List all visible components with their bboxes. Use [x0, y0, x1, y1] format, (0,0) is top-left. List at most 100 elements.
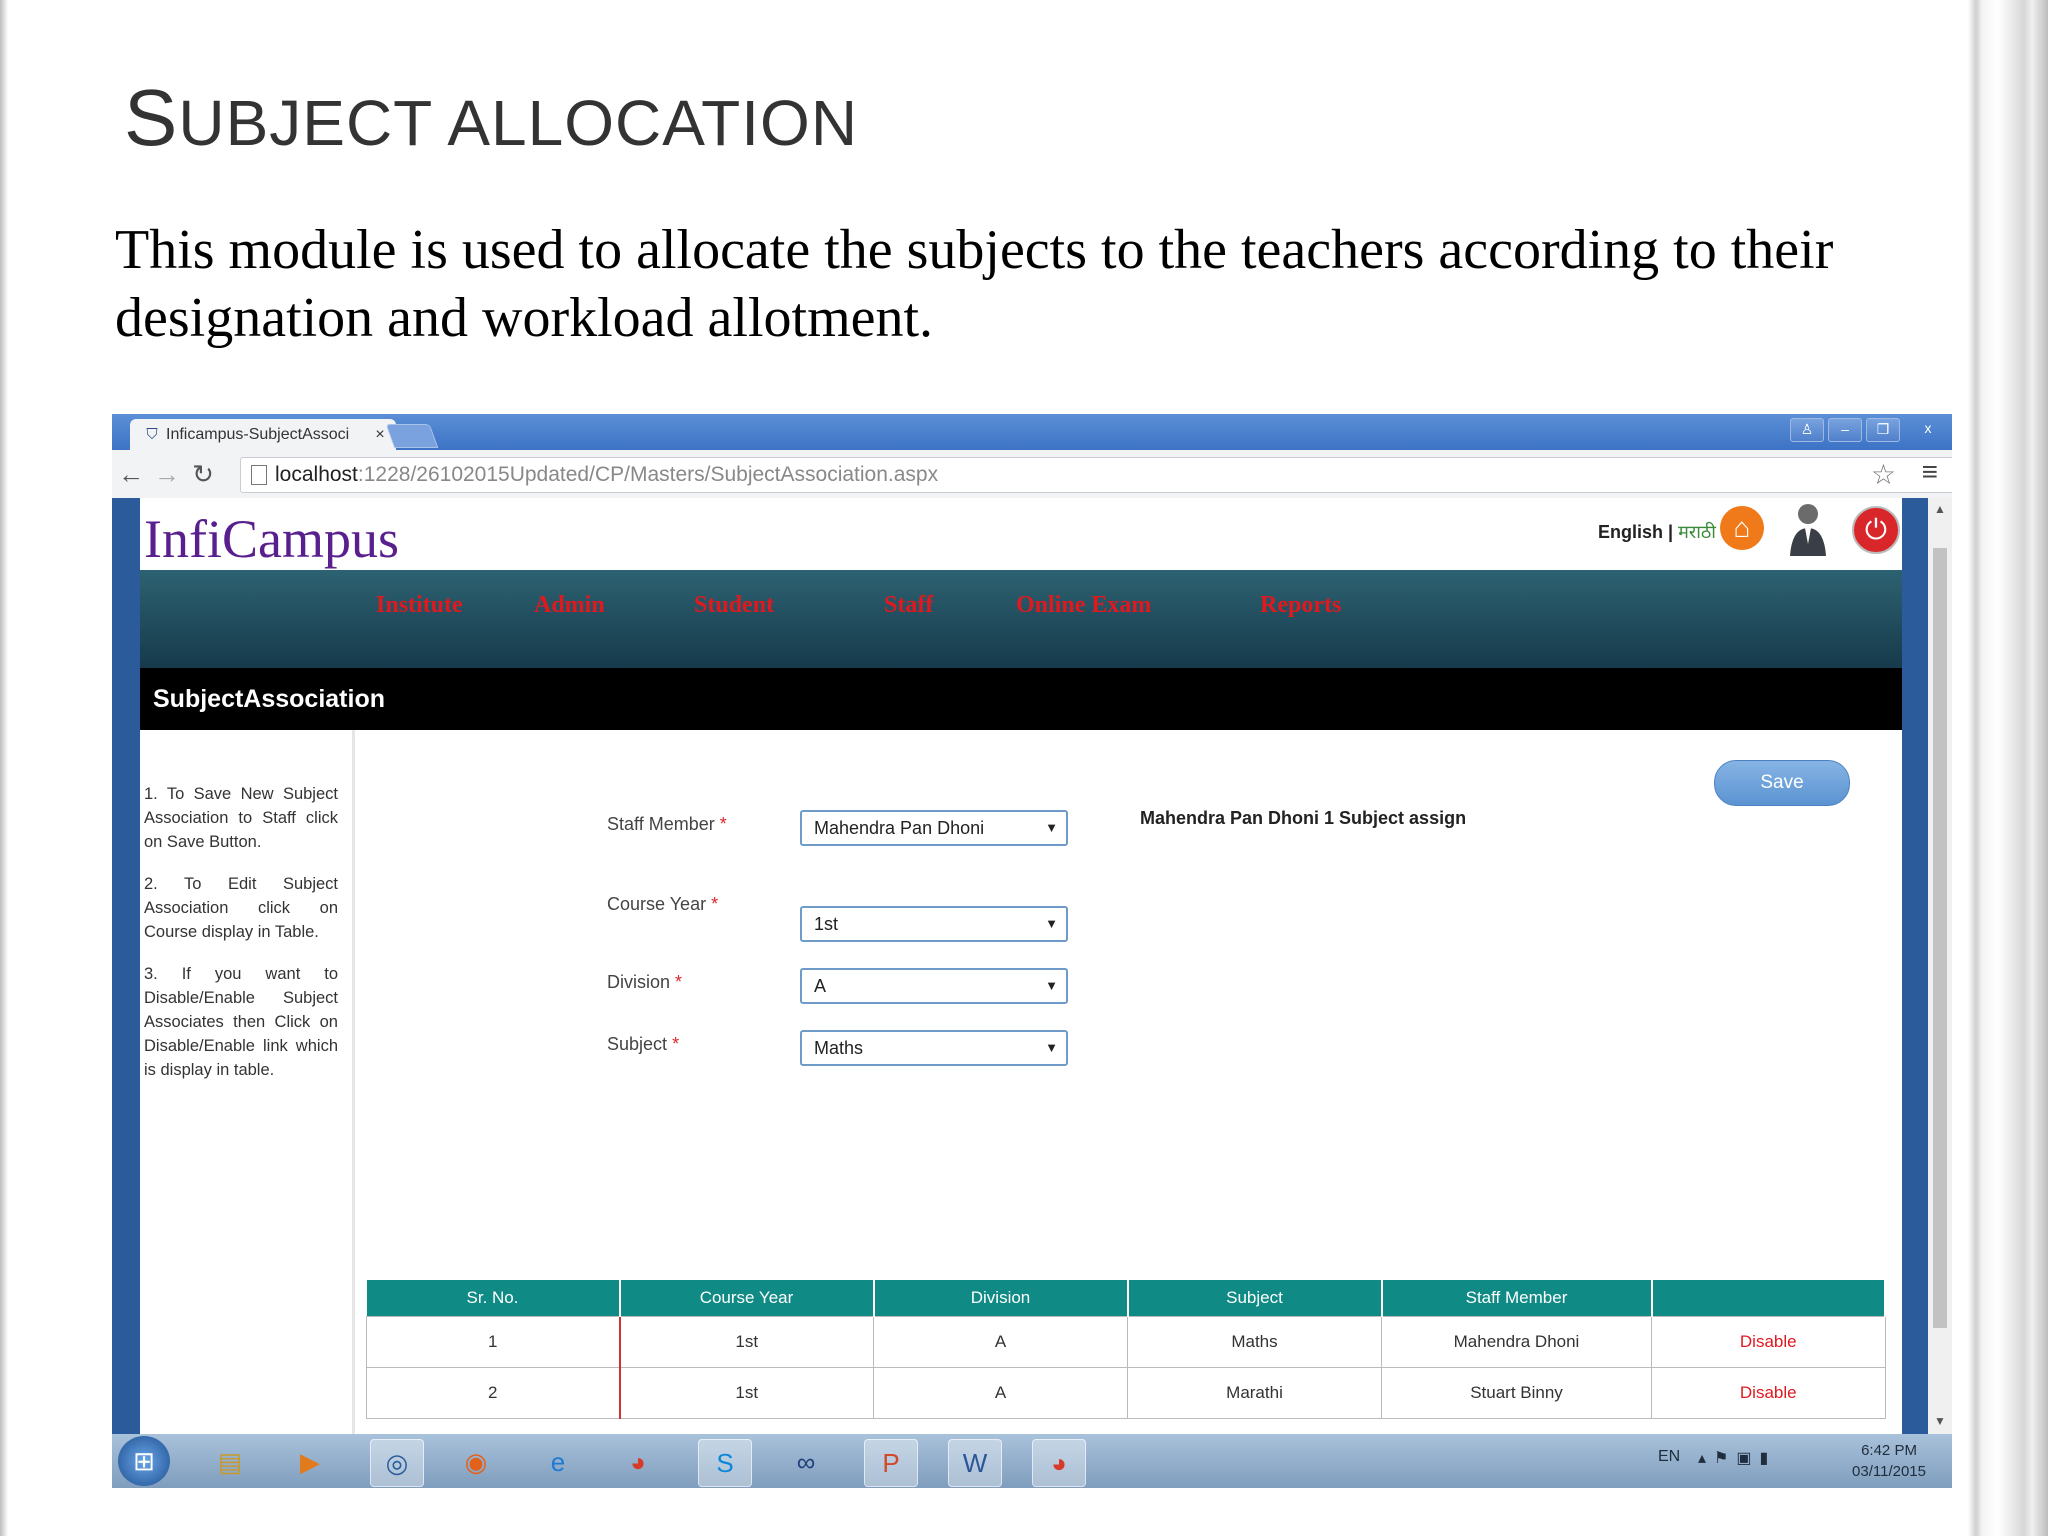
subject-value: Maths: [814, 1038, 864, 1058]
nav-online-exam[interactable]: Online Exam: [1016, 592, 1151, 619]
skype-icon[interactable]: S: [698, 1439, 752, 1487]
favicon-icon: ⛉: [146, 425, 158, 443]
lang-marathi-link[interactable]: मराठी: [1678, 522, 1716, 542]
col-division[interactable]: Division: [873, 1280, 1129, 1317]
internet-explorer-icon[interactable]: e: [532, 1439, 584, 1485]
minimize-icon[interactable]: –: [1828, 418, 1862, 442]
disable-link[interactable]: Disable: [1651, 1316, 1886, 1368]
cell-course-year[interactable]: 1st: [619, 1367, 874, 1419]
home-icon[interactable]: ⌂: [1720, 506, 1764, 550]
page-scrollbar[interactable]: ▲ ▼: [1928, 498, 1952, 1434]
col-staff-member[interactable]: Staff Member: [1381, 1280, 1653, 1317]
chrome-icon[interactable]: ◕: [612, 1439, 664, 1485]
media-player-icon[interactable]: ▶: [284, 1439, 336, 1485]
staff-member-select[interactable]: Mahendra Pan Dhoni ▼: [800, 810, 1068, 846]
browser-tab[interactable]: ⛉ Inficampus-SubjectAssoci ×: [130, 419, 396, 450]
assign-status: Mahendra Pan Dhoni 1 Subject assign: [1140, 808, 1467, 828]
dropdown-arrow-icon: ▼: [1045, 978, 1058, 993]
nav-staff[interactable]: Staff: [884, 592, 933, 619]
browser-viewport: InfiCampus English | मराठी ⌂ ⏻ Institute…: [112, 498, 1952, 1434]
save-button[interactable]: Save: [1714, 760, 1850, 806]
new-tab-button[interactable]: [385, 424, 439, 448]
subject-select[interactable]: Maths ▼: [800, 1030, 1068, 1066]
url-path: :1228/26102015Updated/CP/Masters/Subject…: [357, 463, 939, 486]
start-button-icon[interactable]: ⊞: [118, 1436, 170, 1486]
slide-title-initial: S: [124, 73, 179, 162]
clock-date: 03/11/2015: [1852, 1463, 1926, 1480]
menu-icon[interactable]: ≡: [1922, 456, 1938, 488]
main-nav: Institute Admin Student Staff Online Exa…: [140, 570, 1902, 668]
disable-link[interactable]: Disable: [1651, 1367, 1886, 1419]
cell-sr-no: 2: [366, 1367, 621, 1419]
cell-staff-member: Stuart Binny: [1381, 1367, 1652, 1419]
division-value: A: [814, 976, 827, 996]
lang-english-link[interactable]: English: [1598, 522, 1663, 542]
back-arrow-icon[interactable]: ←: [116, 458, 146, 490]
table-row[interactable]: 1 1st A Maths Mahendra Dhoni Disable: [366, 1316, 1886, 1368]
cell-division: A: [873, 1316, 1128, 1368]
page-icon: [251, 465, 267, 486]
cell-course-year[interactable]: 1st: [619, 1316, 874, 1368]
app-logo[interactable]: InfiCampus: [144, 508, 399, 570]
lang-separator: |: [1663, 522, 1679, 542]
user-avatar-icon[interactable]: [1788, 500, 1828, 556]
course-year-label: Course Year *: [607, 894, 719, 914]
nav-student[interactable]: Student: [694, 592, 774, 619]
col-course-year[interactable]: Course Year: [619, 1280, 875, 1317]
restore-icon[interactable]: ❐: [1866, 418, 1900, 442]
browser-screenshot: ⛉ Inficampus-SubjectAssoci × ♙ – ❐ x ← →…: [112, 414, 1952, 1488]
help-item: 3. If you want to Disable/Enable Subject…: [144, 965, 338, 1079]
table-header-row: Sr. No. Course Year Division Subject Sta…: [366, 1280, 1886, 1317]
scroll-up-icon[interactable]: ▲: [1934, 502, 1946, 516]
url-host: localhost: [275, 463, 358, 486]
file-explorer-icon[interactable]: ▤: [204, 1439, 256, 1485]
network-app-icon[interactable]: ◎: [370, 1439, 424, 1487]
division-label: Division *: [607, 972, 683, 992]
clock[interactable]: 6:42 PM 03/11/2015: [1852, 1440, 1926, 1482]
word-icon[interactable]: W: [948, 1439, 1002, 1487]
page-title: SubjectAssociation: [140, 668, 1902, 730]
user-profile-icon[interactable]: ♙: [1790, 418, 1824, 442]
address-bar: ← → ↻ localhost:1228/26102015Updated/CP/…: [112, 450, 1952, 499]
slide-title-rest: UBJECT ALLOCATION: [178, 87, 859, 159]
cell-subject: Marathi: [1127, 1367, 1382, 1419]
col-subject[interactable]: Subject: [1127, 1280, 1383, 1317]
nav-institute[interactable]: Institute: [376, 592, 463, 619]
dropdown-arrow-icon: ▼: [1045, 1040, 1058, 1055]
slide-title: SUBJECT ALLOCATION: [124, 72, 858, 164]
dropdown-arrow-icon: ▼: [1045, 916, 1058, 931]
course-year-value: 1st: [814, 914, 839, 934]
cell-staff-member: Mahendra Dhoni: [1381, 1316, 1652, 1368]
division-select[interactable]: A ▼: [800, 968, 1068, 1004]
staff-member-value: Mahendra Pan Dhoni: [814, 818, 985, 838]
language-switch: English | मराठी: [1598, 520, 1716, 544]
tab-title: Inficampus-SubjectAssoci: [166, 425, 350, 443]
col-sr-no[interactable]: Sr. No.: [366, 1280, 621, 1317]
powerpoint-icon[interactable]: P: [864, 1439, 918, 1487]
scroll-down-icon[interactable]: ▼: [1934, 1414, 1946, 1428]
staff-member-label: Staff Member *: [607, 814, 727, 834]
course-year-select[interactable]: 1st ▼: [800, 906, 1068, 942]
nav-admin[interactable]: Admin: [534, 592, 605, 619]
close-window-icon[interactable]: x: [1904, 418, 1952, 440]
scrollbar-thumb[interactable]: [1933, 548, 1947, 1328]
power-logout-icon[interactable]: ⏻: [1852, 506, 1900, 554]
infinity-app-icon[interactable]: ∞: [780, 1439, 832, 1485]
browser-tab-bar: ⛉ Inficampus-SubjectAssoci × ♙ – ❐ x: [112, 414, 1952, 450]
url-input[interactable]: localhost:1228/26102015Updated/CP/Master…: [240, 457, 1952, 493]
reload-icon[interactable]: ↻: [188, 458, 218, 490]
keyboard-language[interactable]: EN: [1658, 1448, 1680, 1466]
table-row[interactable]: 2 1st A Marathi Stuart Binny Disable: [366, 1367, 1886, 1419]
page-content: InfiCampus English | मराठी ⌂ ⏻ Institute…: [140, 498, 1902, 1434]
bookmark-star-icon[interactable]: ☆: [1871, 458, 1896, 491]
slide-description: This module is used to allocate the subj…: [115, 219, 1834, 349]
chrome-active-icon[interactable]: ◕: [1032, 1439, 1086, 1487]
system-tray-icons[interactable]: ▴⚑▣▮: [1698, 1448, 1776, 1468]
slide-right-border: [1968, 0, 2048, 1536]
slide-left-border: [0, 0, 16, 1536]
nav-reports[interactable]: Reports: [1260, 592, 1341, 619]
firefox-icon[interactable]: ◉: [450, 1439, 502, 1485]
help-item: 2. To Edit Subject Association click on …: [144, 875, 338, 941]
subject-association-table: Sr. No. Course Year Division Subject Sta…: [366, 1280, 1886, 1419]
forward-arrow-icon[interactable]: →: [152, 458, 182, 490]
